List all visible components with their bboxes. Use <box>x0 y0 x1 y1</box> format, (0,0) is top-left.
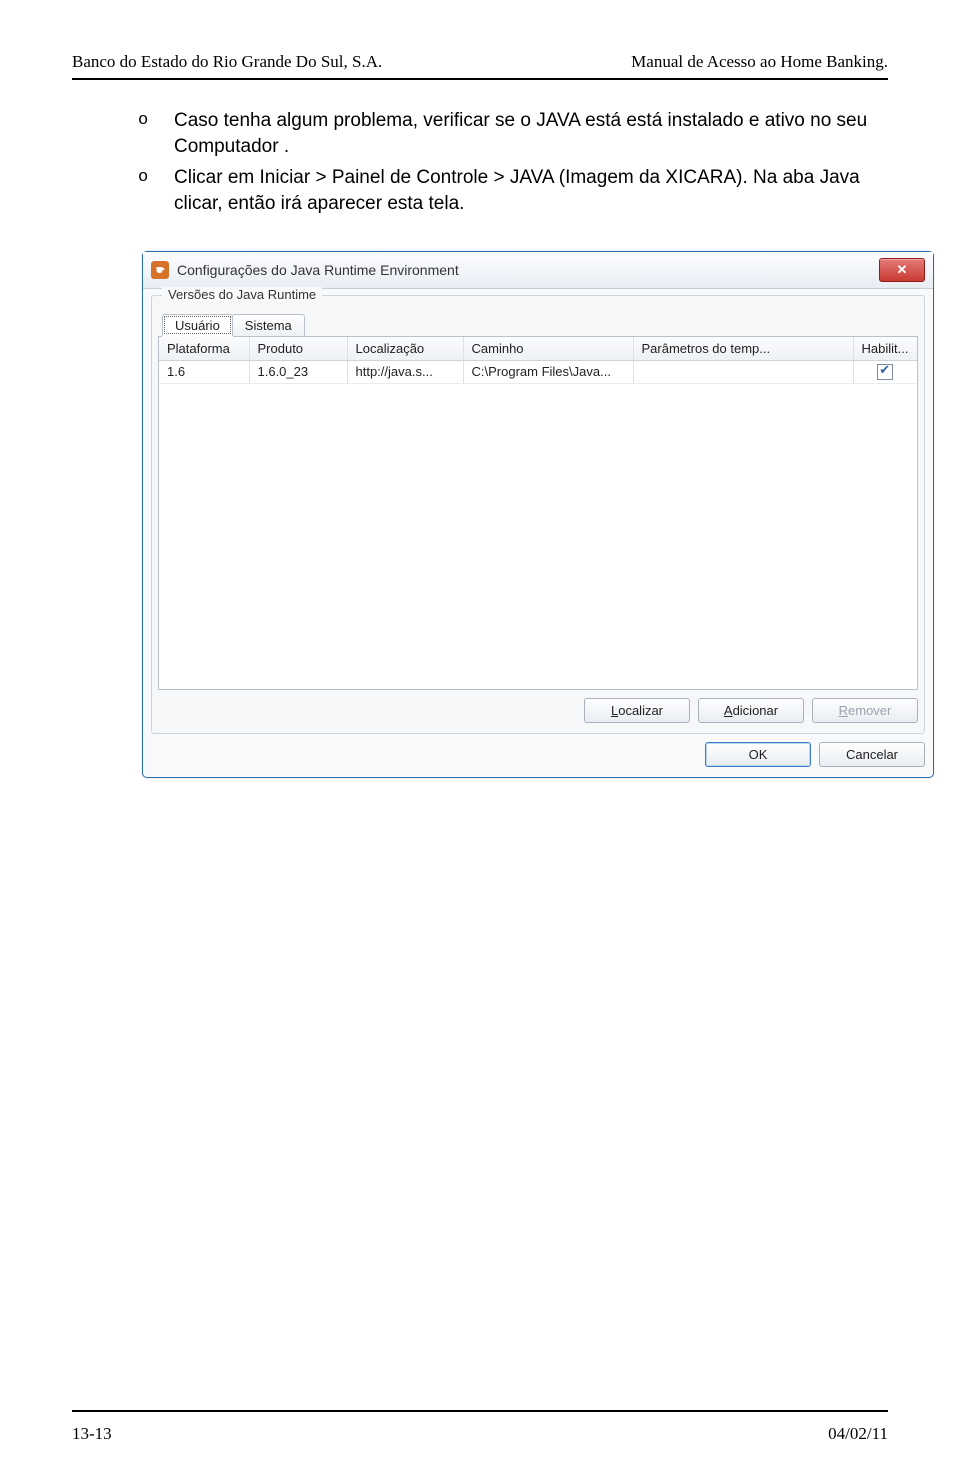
table-row[interactable]: 1.6 1.6.0_23 http://java.s... C:\Program… <box>159 360 917 384</box>
tab-sistema[interactable]: Sistema <box>232 314 305 336</box>
remover-button: Remover <box>812 698 918 723</box>
header-rule <box>72 78 888 80</box>
localizar-button[interactable]: Localizar <box>584 698 690 723</box>
bullet-2: Clicar em Iniciar > Painel de Controle >… <box>138 165 884 216</box>
cancelar-button[interactable]: Cancelar <box>819 742 925 767</box>
col-habilit[interactable]: Habilit... <box>853 337 917 361</box>
cell-produto: 1.6.0_23 <box>249 360 347 384</box>
col-caminho[interactable]: Caminho <box>463 337 633 361</box>
col-parametros[interactable]: Parâmetros do temp... <box>633 337 853 361</box>
adicionar-button[interactable]: Adicionar <box>698 698 804 723</box>
titlebar: Configurações do Java Runtime Environmen… <box>143 252 933 289</box>
java-cup-icon <box>151 261 169 279</box>
footer-rule <box>72 1410 888 1412</box>
cell-localizacao: http://java.s... <box>347 360 463 384</box>
bullet-1: Caso tenha algum problema, verificar se … <box>138 108 884 159</box>
header-left: Banco do Estado do Rio Grande Do Sul, S.… <box>72 52 382 72</box>
window-title: Configurações do Java Runtime Environmen… <box>177 262 879 278</box>
header-right: Manual de Acesso ao Home Banking. <box>631 52 888 72</box>
close-button[interactable]: ✕ <box>879 258 925 282</box>
runtime-versions-group: Versões do Java Runtime Usuário Sistema … <box>151 295 925 734</box>
cell-parametros <box>633 360 853 384</box>
footer-left: 13-13 <box>72 1424 112 1444</box>
cell-habilit[interactable] <box>853 360 917 384</box>
group-label: Versões do Java Runtime <box>162 287 322 302</box>
enabled-checkbox[interactable] <box>877 364 893 380</box>
cell-caminho: C:\Program Files\Java... <box>463 360 633 384</box>
footer-right: 04/02/11 <box>828 1424 888 1444</box>
tab-usuario[interactable]: Usuário <box>162 314 233 336</box>
cell-plataforma: 1.6 <box>159 360 249 384</box>
col-localizacao[interactable]: Localização <box>347 337 463 361</box>
jre-table: Plataforma Produto Localização Caminho P… <box>158 336 918 690</box>
col-plataforma[interactable]: Plataforma <box>159 337 249 361</box>
java-settings-window: Configurações do Java Runtime Environmen… <box>142 251 934 778</box>
col-produto[interactable]: Produto <box>249 337 347 361</box>
ok-button[interactable]: OK <box>705 742 811 767</box>
